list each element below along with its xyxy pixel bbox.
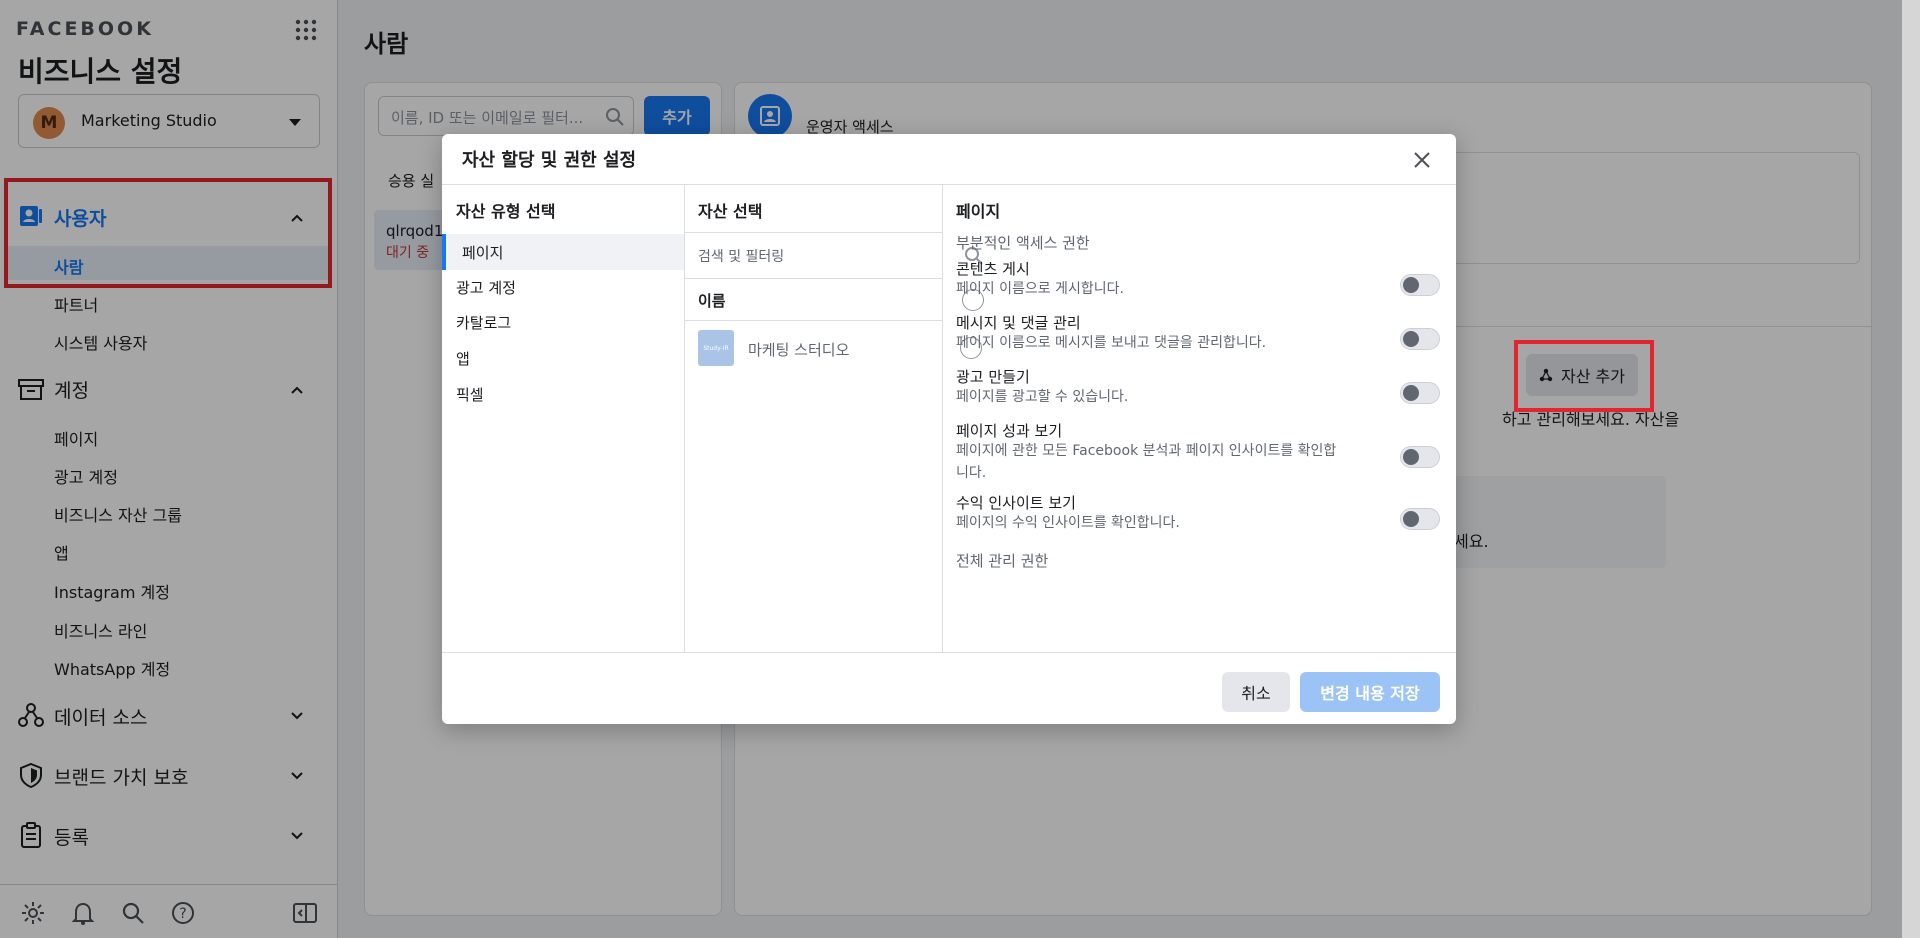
full-access-label: 전체 관리 권한 (956, 552, 1049, 570)
partial-access-label: 부분적인 액세스 권한 (956, 234, 1090, 252)
toggle-create-ads[interactable] (1400, 382, 1440, 404)
permission-desc: 페이지를 광고할 수 있습니다. (956, 389, 1129, 405)
asset-type-apps[interactable]: 앱 (456, 348, 470, 369)
footer-divider (442, 652, 1456, 653)
permission-desc: 페이지 이름으로 메시지를 보내고 댓글을 관리합니다. (956, 335, 1267, 351)
cancel-button[interactable]: 취소 (1222, 672, 1290, 712)
permissions-header: 페이지 (956, 202, 1001, 221)
permission-title: 페이지 성과 보기 (956, 422, 1063, 440)
divider (685, 278, 942, 279)
close-icon[interactable] (1410, 148, 1434, 172)
permission-title: 광고 만들기 (956, 368, 1030, 386)
asset-select-header: 자산 선택 (698, 202, 763, 221)
scrollbar[interactable] (1902, 0, 1920, 938)
asset-type-header: 자산 유형 선택 (456, 202, 556, 221)
permission-desc: 페이지의 수익 인사이트를 확인합니다. (956, 515, 1180, 531)
asset-type-pixels[interactable]: 픽셀 (456, 384, 484, 405)
asset-search-input[interactable]: 검색 및 필터링 (698, 246, 784, 266)
permission-title: 콘텐츠 게시 (956, 260, 1030, 278)
header-divider (442, 184, 1456, 185)
column-divider (684, 184, 685, 652)
toggle-messages-comments[interactable] (1400, 328, 1440, 350)
toggle-revenue-insights[interactable] (1400, 508, 1440, 530)
permission-title: 메시지 및 댓글 관리 (956, 314, 1081, 332)
save-changes-button[interactable]: 변경 내용 저장 (1300, 672, 1440, 712)
asset-type-ad-accounts[interactable]: 광고 계정 (456, 277, 516, 298)
toggle-content-posting[interactable] (1400, 274, 1440, 296)
asset-permission-dialog: 자산 할당 및 권한 설정 자산 유형 선택 페이지 광고 계정 카탈로그 앱 … (442, 134, 1456, 724)
asset-type-pages[interactable]: 페이지 (462, 242, 503, 263)
name-column-header: 이름 (698, 292, 726, 310)
toggle-page-insights[interactable] (1400, 446, 1440, 468)
permissions-list: 콘텐츠 게시 페이지 이름으로 게시합니다. 메시지 및 댓글 관리 페이지 이… (942, 252, 1456, 652)
divider (685, 320, 942, 321)
asset-item-name[interactable]: 마케팅 스터디오 (748, 339, 849, 360)
divider (685, 232, 942, 233)
dialog-title: 자산 할당 및 권한 설정 (462, 150, 637, 171)
permission-desc: 페이지 이름으로 게시합니다. (956, 281, 1124, 297)
highlight-box-add-asset (1514, 340, 1654, 412)
permission-desc: 페이지에 관한 모든 Facebook 분석과 페이지 인사이트를 확인합니다. (956, 443, 1337, 481)
permission-title: 수익 인사이트 보기 (956, 494, 1076, 512)
asset-type-catalogs[interactable]: 카탈로그 (456, 312, 511, 333)
page-thumbnail: Study-IR (698, 330, 734, 366)
selected-indicator (442, 234, 446, 270)
